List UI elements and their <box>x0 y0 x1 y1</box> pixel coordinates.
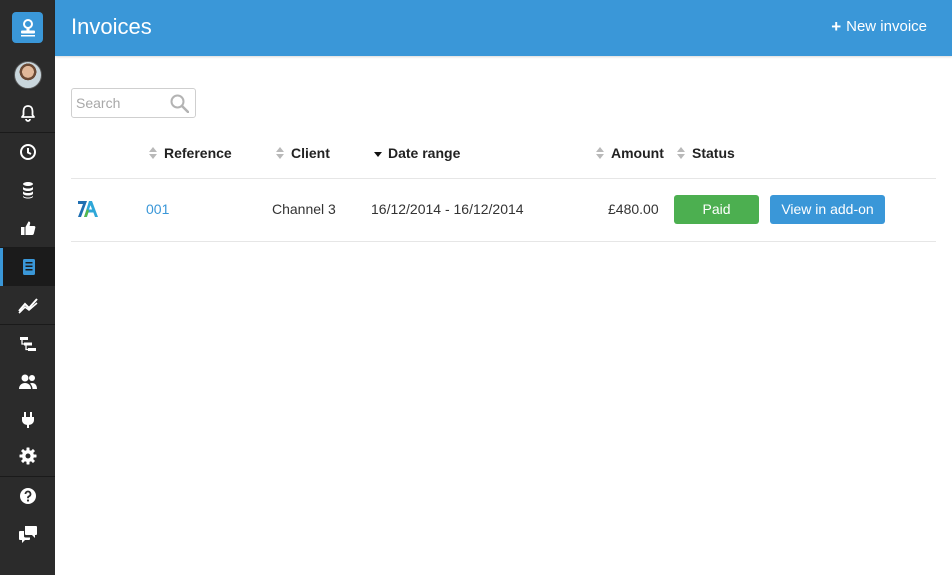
view-in-addon-button[interactable]: View in add-on <box>770 195 885 224</box>
sort-icon <box>275 146 285 160</box>
new-invoice-label: New invoice <box>846 18 927 35</box>
client-cell: Channel 3 <box>272 201 336 217</box>
avatar[interactable] <box>14 61 42 89</box>
page-title: Invoices <box>71 14 152 39</box>
chat-icon <box>18 526 37 543</box>
column-header-client[interactable]: Client <box>275 145 330 161</box>
thumbs-up-icon <box>20 221 35 235</box>
plug-icon <box>21 412 34 428</box>
column-header-amount[interactable]: Amount <box>595 145 664 161</box>
gantt-icon <box>19 337 36 351</box>
sort-icon <box>148 146 158 160</box>
column-header-reference[interactable]: Reference <box>148 145 232 161</box>
amount-cell: £480.00 <box>608 201 659 217</box>
column-header-date-range[interactable]: Date range <box>373 145 460 161</box>
gear-icon <box>19 447 36 465</box>
search-input[interactable] <box>76 94 166 112</box>
status-badge: Paid <box>674 195 759 224</box>
addon-logo-icon <box>78 201 98 217</box>
new-invoice-button[interactable]: + New invoice <box>831 18 927 35</box>
sidebar <box>0 0 55 575</box>
stamp-icon <box>20 18 35 36</box>
bell-icon <box>20 105 35 122</box>
search-icon[interactable] <box>170 94 189 113</box>
page-header: Invoices + New invoice <box>55 0 952 56</box>
app-logo[interactable] <box>12 12 43 43</box>
search-box <box>71 88 196 118</box>
sidebar-item-invoices[interactable] <box>0 248 55 286</box>
sort-desc-icon <box>373 146 383 160</box>
reference-link[interactable]: 001 <box>146 201 169 217</box>
invoice-icon <box>23 259 35 275</box>
sidebar-item-feedback[interactable] <box>0 515 55 553</box>
column-header-status[interactable]: Status <box>676 145 735 161</box>
database-icon <box>22 182 33 199</box>
sidebar-item-time[interactable] <box>0 133 55 171</box>
table-header-divider <box>71 178 936 179</box>
help-icon <box>19 488 36 504</box>
sidebar-item-notifications[interactable] <box>0 94 55 132</box>
sidebar-item-help[interactable] <box>0 477 55 515</box>
sidebar-item-team[interactable] <box>0 363 55 401</box>
sidebar-item-schedule[interactable] <box>0 325 55 363</box>
date-range-cell: 16/12/2014 - 16/12/2014 <box>371 201 524 217</box>
sidebar-item-reports[interactable] <box>0 286 55 324</box>
table-row-divider <box>71 241 936 242</box>
sort-icon <box>676 146 686 160</box>
clock-icon <box>19 144 36 160</box>
sort-icon <box>595 146 605 160</box>
sidebar-item-settings[interactable] <box>0 437 55 475</box>
plus-icon: + <box>831 17 842 36</box>
chart-icon <box>17 298 38 314</box>
sidebar-item-data[interactable] <box>0 171 55 209</box>
users-icon <box>18 374 37 389</box>
sidebar-item-approvals[interactable] <box>0 209 55 247</box>
sidebar-item-integrations[interactable] <box>0 401 55 439</box>
